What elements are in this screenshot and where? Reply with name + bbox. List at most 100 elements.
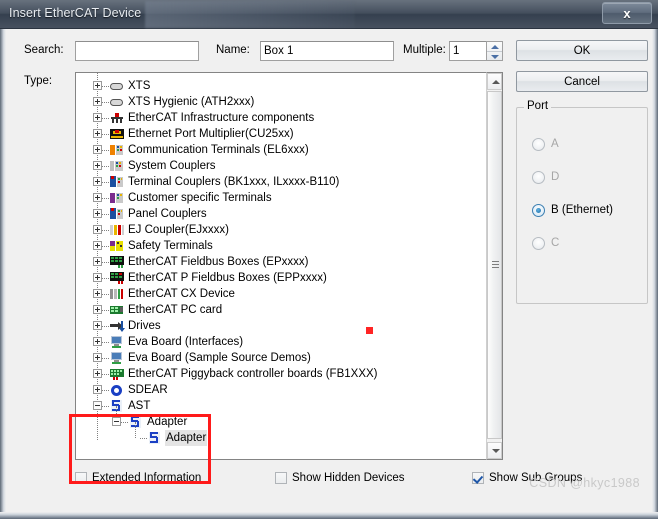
- terminal-grey-icon: [109, 159, 125, 173]
- expand-icon[interactable]: [93, 129, 102, 138]
- dialog-client-area: Search: Name: Multiple: OK Cancel Type: …: [6, 29, 652, 512]
- tree-connector: [102, 374, 109, 375]
- ast-icon: [109, 399, 125, 413]
- tree-guide-line: [135, 422, 136, 438]
- scrollbar-up-button[interactable]: [487, 73, 502, 90]
- grip-icon: [492, 261, 499, 269]
- search-input[interactable]: [75, 41, 199, 61]
- tree-connector: [102, 278, 109, 279]
- port-radio-label: B (Ethernet): [551, 204, 613, 216]
- expand-icon[interactable]: [93, 209, 102, 218]
- ok-button[interactable]: OK: [516, 40, 648, 61]
- tree-connector: [102, 118, 109, 119]
- expand-icon[interactable]: [93, 81, 102, 90]
- multiple-stepper[interactable]: [486, 41, 503, 61]
- tree-item-label: Customer specific Terminals: [128, 192, 272, 204]
- device-type-tree[interactable]: XTS XTS Hygienic (ATH2xxx) EtherCAT Infras…: [75, 72, 503, 460]
- stepper-up-button[interactable]: [487, 42, 502, 51]
- expand-icon[interactable]: [93, 273, 102, 282]
- terminal-purple-icon: [109, 191, 125, 205]
- stepper-down-button[interactable]: [487, 51, 502, 61]
- ast-icon: [147, 431, 163, 445]
- port-radio-b-ethernet[interactable]: B (Ethernet): [516, 203, 648, 219]
- eva-board-icon: [109, 335, 125, 349]
- tree-connector: [102, 246, 109, 247]
- expand-icon[interactable]: [93, 161, 102, 170]
- expand-icon[interactable]: [93, 177, 102, 186]
- pc-card-icon: [109, 303, 125, 317]
- terminal-coupler-icon: [109, 207, 125, 221]
- ej-coupler-icon: [109, 223, 125, 237]
- type-label: Type:: [24, 75, 53, 87]
- port-radio-d[interactable]: D: [516, 170, 648, 186]
- tree-item-label: System Couplers: [128, 160, 216, 172]
- collapse-icon[interactable]: [93, 401, 102, 410]
- tree-connector: [102, 390, 109, 391]
- infrastructure-icon: [109, 111, 125, 125]
- expand-icon[interactable]: [93, 289, 102, 298]
- tree-item-label: XTS: [128, 80, 151, 92]
- expand-icon[interactable]: [93, 257, 102, 266]
- expand-icon[interactable]: [93, 305, 102, 314]
- expand-icon[interactable]: [93, 385, 102, 394]
- checkbox-label: Extended Information: [92, 472, 202, 484]
- window-frame-right: [652, 29, 658, 519]
- radio-icon[interactable]: [532, 237, 545, 250]
- tree-item-label: Safety Terminals: [128, 240, 213, 252]
- tree-item-label: EtherCAT Fieldbus Boxes (EPxxxx): [128, 256, 309, 268]
- expand-icon[interactable]: [93, 337, 102, 346]
- close-icon[interactable]: x: [602, 2, 652, 24]
- port-radio-label: C: [551, 237, 560, 249]
- name-input[interactable]: [260, 41, 394, 61]
- expand-icon[interactable]: [93, 225, 102, 234]
- expand-icon[interactable]: [93, 145, 102, 154]
- port-radio-label: A: [551, 138, 559, 150]
- tree-item-label: Eva Board (Sample Source Demos): [128, 352, 311, 364]
- radio-icon[interactable]: [532, 138, 545, 151]
- expand-icon[interactable]: [93, 321, 102, 330]
- port-radio-label: D: [551, 171, 560, 183]
- checkbox-icon[interactable]: [472, 472, 484, 484]
- drives-icon: [109, 319, 125, 333]
- expand-icon[interactable]: [93, 97, 102, 106]
- tree-connector: [102, 262, 109, 263]
- window-frame-bottom: [0, 512, 658, 519]
- expand-icon[interactable]: [93, 369, 102, 378]
- tree-connector: [102, 294, 109, 295]
- cancel-button[interactable]: Cancel: [516, 71, 648, 92]
- checkbox-icon[interactable]: [275, 472, 287, 484]
- port-radio-a[interactable]: A: [516, 137, 648, 153]
- port-radio-c[interactable]: C: [516, 236, 648, 252]
- scrollbar-thumb[interactable]: [487, 91, 502, 439]
- radio-icon[interactable]: [532, 204, 545, 217]
- red-marker-annotation: [366, 327, 373, 334]
- radio-icon[interactable]: [532, 171, 545, 184]
- chevron-up-icon: [491, 45, 499, 49]
- tree-connector: [102, 182, 109, 183]
- sdear-icon: [109, 383, 125, 397]
- port-multiplier-icon: [109, 127, 125, 141]
- tree-item-label: Ethernet Port Multiplier(CU25xx): [128, 128, 294, 140]
- triangle-up-icon: [492, 80, 500, 84]
- tree-connector: [102, 86, 109, 87]
- tree-connector: [102, 230, 109, 231]
- collapse-icon[interactable]: [112, 417, 121, 426]
- tree-connector: [121, 422, 128, 423]
- terminal-orange-icon: [109, 143, 125, 157]
- expand-icon[interactable]: [93, 353, 102, 362]
- fieldbus-box-icon: [109, 255, 125, 269]
- tree-connector: [102, 342, 109, 343]
- scrollbar-down-button[interactable]: [487, 442, 502, 459]
- tree-vertical-scrollbar[interactable]: [486, 72, 503, 460]
- tree-connector: [102, 310, 109, 311]
- tree-item-label: Communication Terminals (EL6xxx): [128, 144, 309, 156]
- checkbox-icon[interactable]: [75, 472, 87, 484]
- expand-icon[interactable]: [93, 241, 102, 250]
- expand-icon[interactable]: [93, 193, 102, 202]
- watermark-text: CSDN @hkyc1988: [529, 476, 640, 490]
- tree-item-label: Terminal Couplers (BK1xxx, ILxxxx-B110): [128, 176, 340, 188]
- capsule-grey-icon: [109, 79, 125, 93]
- expand-icon[interactable]: [93, 113, 102, 122]
- terminal-coupler-icon: [109, 175, 125, 189]
- insert-ethercat-device-dialog: Insert EtherCAT Device x Search: Name: M…: [0, 0, 658, 519]
